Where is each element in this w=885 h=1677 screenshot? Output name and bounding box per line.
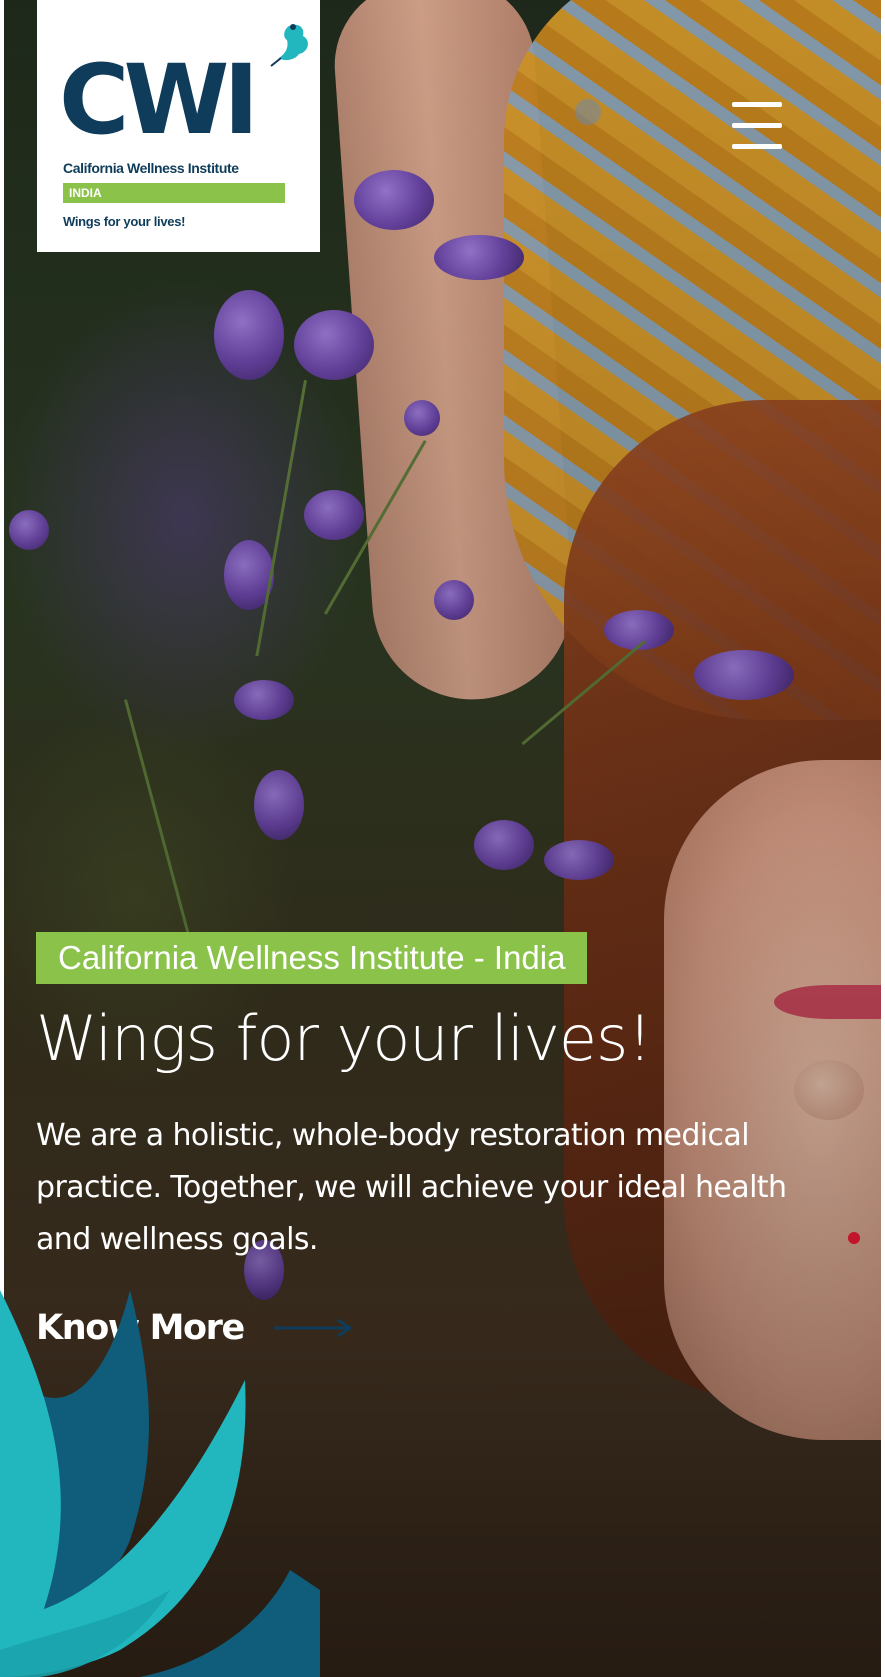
brand-logo[interactable]: CWI California Wellness Institute INDIA … (37, 0, 320, 252)
logo-wordmark: CWI (59, 44, 259, 156)
lotus-leaf-decoration (0, 1290, 320, 1677)
peacock-icon (270, 24, 308, 67)
menu-bar (732, 102, 782, 107)
hamburger-menu-icon[interactable] (726, 96, 786, 156)
hero-description: We are a holistic, whole-body restoratio… (36, 1118, 787, 1257)
menu-bar (732, 123, 782, 128)
slider-dot[interactable] (848, 1232, 860, 1244)
hero-badge: California Wellness Institute - India (36, 932, 588, 984)
homepage-screen: CWI California Wellness Institute INDIA … (0, 0, 885, 1677)
logo-region-bar: INDIA (63, 183, 285, 203)
logo-slogan: Wings for your lives! (63, 214, 186, 229)
logo-institute-name: California Wellness Institute (63, 160, 239, 176)
menu-bar (732, 144, 782, 149)
hero-title: Wings for your lives! (36, 1002, 652, 1075)
